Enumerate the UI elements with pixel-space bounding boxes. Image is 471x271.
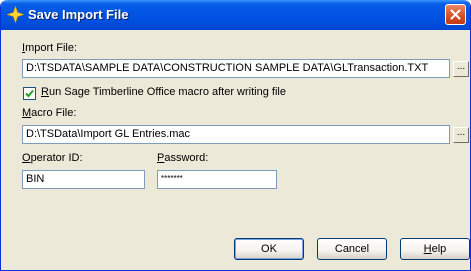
- save-import-file-dialog: Save Import File Import File: D:\TSDATA\…: [0, 0, 471, 271]
- title-bar[interactable]: Save Import File: [1, 0, 470, 30]
- run-macro-label[interactable]: Run Sage Timberline Office macro after w…: [41, 86, 286, 98]
- operator-id-label-text: perator ID:: [30, 152, 83, 164]
- password-label-text: assword:: [164, 152, 209, 164]
- close-button[interactable]: [445, 4, 466, 25]
- operator-id-label: Operator ID:: [22, 152, 83, 164]
- macro-file-input[interactable]: D:\TSData\Import GL Entries.mac: [22, 125, 450, 144]
- run-macro-checkbox[interactable]: [23, 87, 36, 100]
- ok-button[interactable]: OK: [234, 238, 304, 260]
- macro-file-browse-button[interactable]: ...: [453, 127, 469, 143]
- help-button-text: elp: [431, 243, 447, 255]
- help-button-hotkey: H: [423, 243, 432, 255]
- macro-file-label-hotkey: M: [22, 107, 32, 119]
- app-star-icon: [7, 6, 24, 23]
- cancel-button[interactable]: Cancel: [317, 238, 387, 260]
- checkmark-icon: [25, 89, 34, 98]
- import-file-label-text: mport File:: [25, 42, 78, 54]
- import-file-input[interactable]: D:\TSDATA\SAMPLE DATA\CONSTRUCTION SAMPL…: [22, 59, 450, 78]
- macro-file-label-text: acro File:: [31, 107, 77, 119]
- close-icon: [450, 9, 461, 20]
- password-input[interactable]: *******: [157, 170, 277, 189]
- window-title: Save Import File: [28, 7, 129, 22]
- password-label: Password:: [157, 152, 208, 164]
- macro-file-label: Macro File:: [22, 107, 76, 119]
- operator-id-label-hotkey: O: [22, 152, 31, 164]
- run-macro-label-hotkey: R: [41, 86, 49, 98]
- operator-id-input[interactable]: BIN: [22, 170, 145, 189]
- import-file-browse-button[interactable]: ...: [453, 61, 469, 77]
- import-file-label: Import File:: [22, 42, 77, 54]
- help-button[interactable]: Help: [400, 238, 470, 260]
- run-macro-label-text: un Sage Timberline Office macro after wr…: [48, 86, 286, 98]
